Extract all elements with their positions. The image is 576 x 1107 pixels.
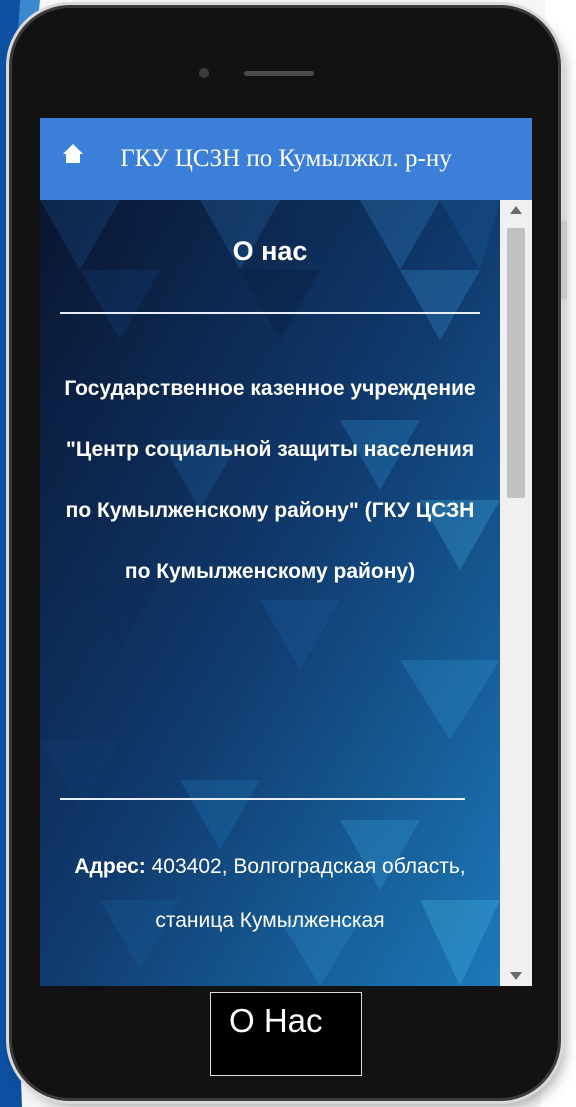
organization-name: Государственное казенное учреждение "Цен… xyxy=(64,377,476,583)
app-title: ГКУ ЦСЗН по Кумылжкл. р-ну xyxy=(120,145,452,172)
divider xyxy=(60,798,465,800)
app-screen: ГКУ ЦСЗН по Кумылжкл. р-ну О нас Государ… xyxy=(40,118,532,986)
address-label: Адрес: xyxy=(74,855,146,878)
section-heading: О нас xyxy=(232,236,308,266)
about-us-button[interactable]: О Нас xyxy=(210,992,362,1076)
scroll-down-icon[interactable] xyxy=(510,972,522,980)
home-icon[interactable] xyxy=(62,142,84,164)
side-button xyxy=(561,220,567,300)
camera-dot xyxy=(199,68,209,78)
about-us-label: О Нас xyxy=(229,1002,323,1039)
vertical-scrollbar[interactable] xyxy=(500,200,532,986)
address-value: 403402, Волгоградская область, станица К… xyxy=(145,855,466,932)
speaker-slot xyxy=(244,71,314,76)
phone-frame: ГКУ ЦСЗН по Кумылжкл. р-ну О нас Государ… xyxy=(12,8,567,1098)
address-text: Адрес: 403402, Волгоградская область, ст… xyxy=(70,840,470,948)
divider xyxy=(60,312,480,314)
app-titlebar: ГКУ ЦСЗН по Кумылжкл. р-ну xyxy=(40,118,532,200)
content-area[interactable]: О нас Государственное казенное учреждени… xyxy=(40,200,500,986)
scroll-thumb[interactable] xyxy=(507,228,525,498)
scroll-up-icon[interactable] xyxy=(510,206,522,214)
